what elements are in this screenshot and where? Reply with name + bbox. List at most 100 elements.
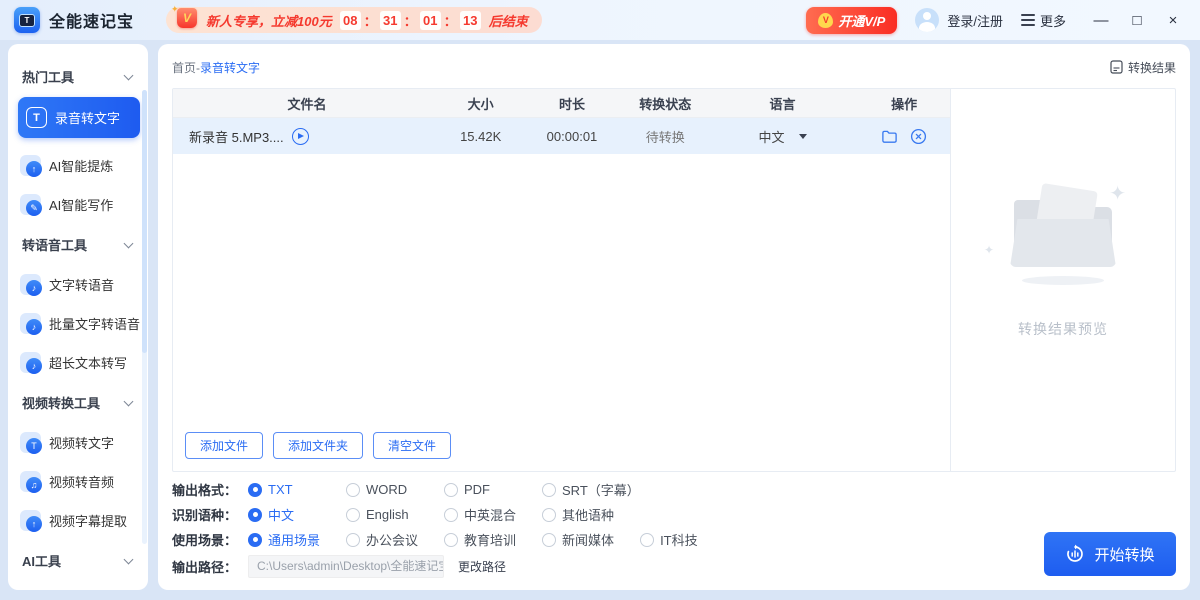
ai-extract-icon: ↑ (20, 155, 41, 176)
menu-icon (1021, 14, 1035, 26)
radio-scene-meeting[interactable]: 办公会议 (346, 530, 418, 549)
radio-icon (444, 508, 458, 522)
countdown-minutes: 31 (380, 11, 401, 30)
sidebar: 热门工具 T 录音转文字 ↑ AI智能提炼 ✎ AI智能写作 转语音工具 ♪ 文… (8, 44, 148, 590)
maximize-button[interactable]: □ (1124, 7, 1150, 33)
radio-format-word[interactable]: WORD (346, 482, 418, 497)
open-folder-icon[interactable] (881, 128, 898, 145)
col-filename: 文件名 (173, 94, 441, 113)
chevron-down-icon (124, 396, 134, 406)
radio-icon (444, 533, 458, 547)
sidebar-item-batch-tts[interactable]: ♪ 批量文字转语音 (14, 306, 142, 341)
change-path-link[interactable]: 更改路径 (458, 558, 506, 575)
radio-scene-education[interactable]: 教育培训 (444, 530, 516, 549)
add-file-button[interactable]: 添加文件 (185, 432, 263, 459)
sidebar-section-ai-tools[interactable]: AI工具 (8, 542, 148, 579)
breadcrumb: 首页-录音转文字 (172, 59, 260, 76)
clear-files-button[interactable]: 清空文件 (373, 432, 451, 459)
countdown-seconds: 01 (420, 11, 441, 30)
radio-format-srt[interactable]: SRT（字幕） (542, 480, 640, 499)
remove-file-icon[interactable] (910, 128, 927, 145)
sidebar-item-long-text[interactable]: ♪ 超长文本转写 (14, 345, 142, 380)
file-list-panel: 文件名 大小 时长 转换状态 语言 操作 新录音 5.MP3.... 15.42… (173, 89, 951, 471)
countdown-hours: 08 (340, 11, 361, 30)
sidebar-item-subtitle-extract[interactable]: ↑ 视频字幕提取 (14, 503, 142, 538)
sidebar-item-ai-writing[interactable]: ✎ AI智能写作 (14, 187, 142, 222)
sidebar-item-video-to-text[interactable]: T 视频转文字 (14, 425, 142, 460)
promo-suffix: 后结束 (489, 11, 528, 30)
open-vip-button[interactable]: V 开通V/P (806, 7, 897, 34)
text-to-speech-icon: ♪ (20, 274, 41, 295)
ai-writing-icon: ✎ (20, 194, 41, 215)
radio-icon (248, 508, 262, 522)
breadcrumb-current: 录音转文字 (200, 61, 260, 75)
settings-panel: 输出格式： TXT WORD PDF SRT（字幕） 识别语种： 中文 Engl… (172, 478, 1030, 582)
close-button[interactable]: × (1160, 7, 1186, 33)
sidebar-item-audio-to-text[interactable]: T 录音转文字 (18, 97, 140, 138)
col-duration: 时长 (520, 94, 623, 113)
play-icon[interactable] (292, 128, 309, 145)
login-register-link[interactable]: 登录/注册 (947, 11, 1003, 30)
breadcrumb-home[interactable]: 首页 (172, 61, 196, 75)
sidebar-section-tts-tools[interactable]: 转语音工具 (8, 226, 148, 263)
conversion-result-link[interactable]: 转换结果 (1110, 59, 1176, 76)
sidebar-section-hot-tools[interactable]: 热门工具 (8, 58, 148, 95)
audio-to-text-icon: T (26, 107, 47, 128)
radio-scene-it[interactable]: IT科技 (640, 530, 712, 549)
chevron-down-icon (124, 238, 134, 248)
file-area: 文件名 大小 时长 转换状态 语言 操作 新录音 5.MP3.... 15.42… (172, 88, 1176, 472)
promo-countdown: 08 ： 31 ： 01 ： 13 (340, 11, 481, 30)
preview-placeholder: 转换结果预览 (1018, 319, 1108, 339)
countdown-frames: 13 (460, 11, 481, 30)
sparkle-icon: ✦ (1109, 181, 1126, 206)
more-menu-button[interactable]: 更多 (1021, 11, 1066, 30)
output-path-label: 输出路径： (172, 557, 248, 576)
start-convert-button[interactable]: 开始转换 (1044, 532, 1176, 576)
radio-lang-mixed[interactable]: 中英混合 (444, 505, 516, 524)
promo-banner[interactable]: ✦ V 新人专享，立减100元 08 ： 31 ： 01 ： 13 后结束 (166, 7, 542, 33)
subtitle-extract-icon: ↑ (20, 510, 41, 531)
sidebar-item-ai-extract[interactable]: ↑ AI智能提炼 (14, 148, 142, 183)
radio-icon (346, 508, 360, 522)
col-status: 转换状态 (624, 94, 707, 113)
radio-scene-general[interactable]: 通用场景 (248, 530, 320, 549)
sparkle-icon: ✦ (984, 243, 994, 257)
sidebar-item-robot[interactable]: ☺ 全能机器人 (14, 583, 142, 590)
vip-badge-icon: V (818, 13, 833, 28)
main-panel: 首页-录音转文字 转换结果 文件名 大小 时长 转换状态 语言 操作 新录音 5… (158, 44, 1190, 590)
promo-text: 新人专享，立减100元 (206, 11, 332, 30)
col-actions: 操作 (858, 94, 950, 113)
col-language: 语言 (707, 94, 859, 113)
radio-scene-media[interactable]: 新闻媒体 (542, 530, 614, 549)
long-text-icon: ♪ (20, 352, 41, 373)
sidebar-scrollbar[interactable] (142, 90, 147, 544)
user-avatar[interactable] (915, 8, 939, 32)
sidebar-item-video-to-audio[interactable]: ♫ 视频转音频 (14, 464, 142, 499)
language-dropdown[interactable]: 中文 (707, 127, 859, 146)
recognize-language-label: 识别语种： (172, 505, 248, 524)
dropdown-caret-icon (799, 134, 807, 139)
result-preview-panel: ✦ ✦ 转换结果预览 (951, 89, 1175, 471)
radio-lang-english[interactable]: English (346, 507, 418, 522)
table-row[interactable]: 新录音 5.MP3.... 15.42K 00:00:01 待转换 中文 (173, 118, 950, 154)
output-path-input[interactable]: C:\Users\admin\Desktop\全能速记宝 (248, 555, 444, 578)
radio-icon (444, 483, 458, 497)
file-duration: 00:00:01 (520, 129, 623, 144)
file-name: 新录音 5.MP3.... (189, 127, 284, 146)
minimize-button[interactable]: — (1088, 7, 1114, 33)
sidebar-item-text-to-speech[interactable]: ♪ 文字转语音 (14, 267, 142, 302)
radio-lang-other[interactable]: 其他语种 (542, 505, 614, 524)
sidebar-section-video-tools[interactable]: 视频转换工具 (8, 384, 148, 421)
file-size: 15.42K (441, 129, 520, 144)
radio-lang-chinese[interactable]: 中文 (248, 505, 320, 524)
radio-icon (542, 533, 556, 547)
col-size: 大小 (441, 94, 520, 113)
radio-format-txt[interactable]: TXT (248, 482, 320, 497)
convert-icon (1065, 544, 1085, 564)
table-header: 文件名 大小 时长 转换状态 语言 操作 (173, 89, 950, 118)
radio-icon (640, 533, 654, 547)
chevron-down-icon (124, 70, 134, 80)
add-folder-button[interactable]: 添加文件夹 (273, 432, 363, 459)
radio-format-pdf[interactable]: PDF (444, 482, 516, 497)
app-title: 全能速记宝 (49, 8, 134, 32)
